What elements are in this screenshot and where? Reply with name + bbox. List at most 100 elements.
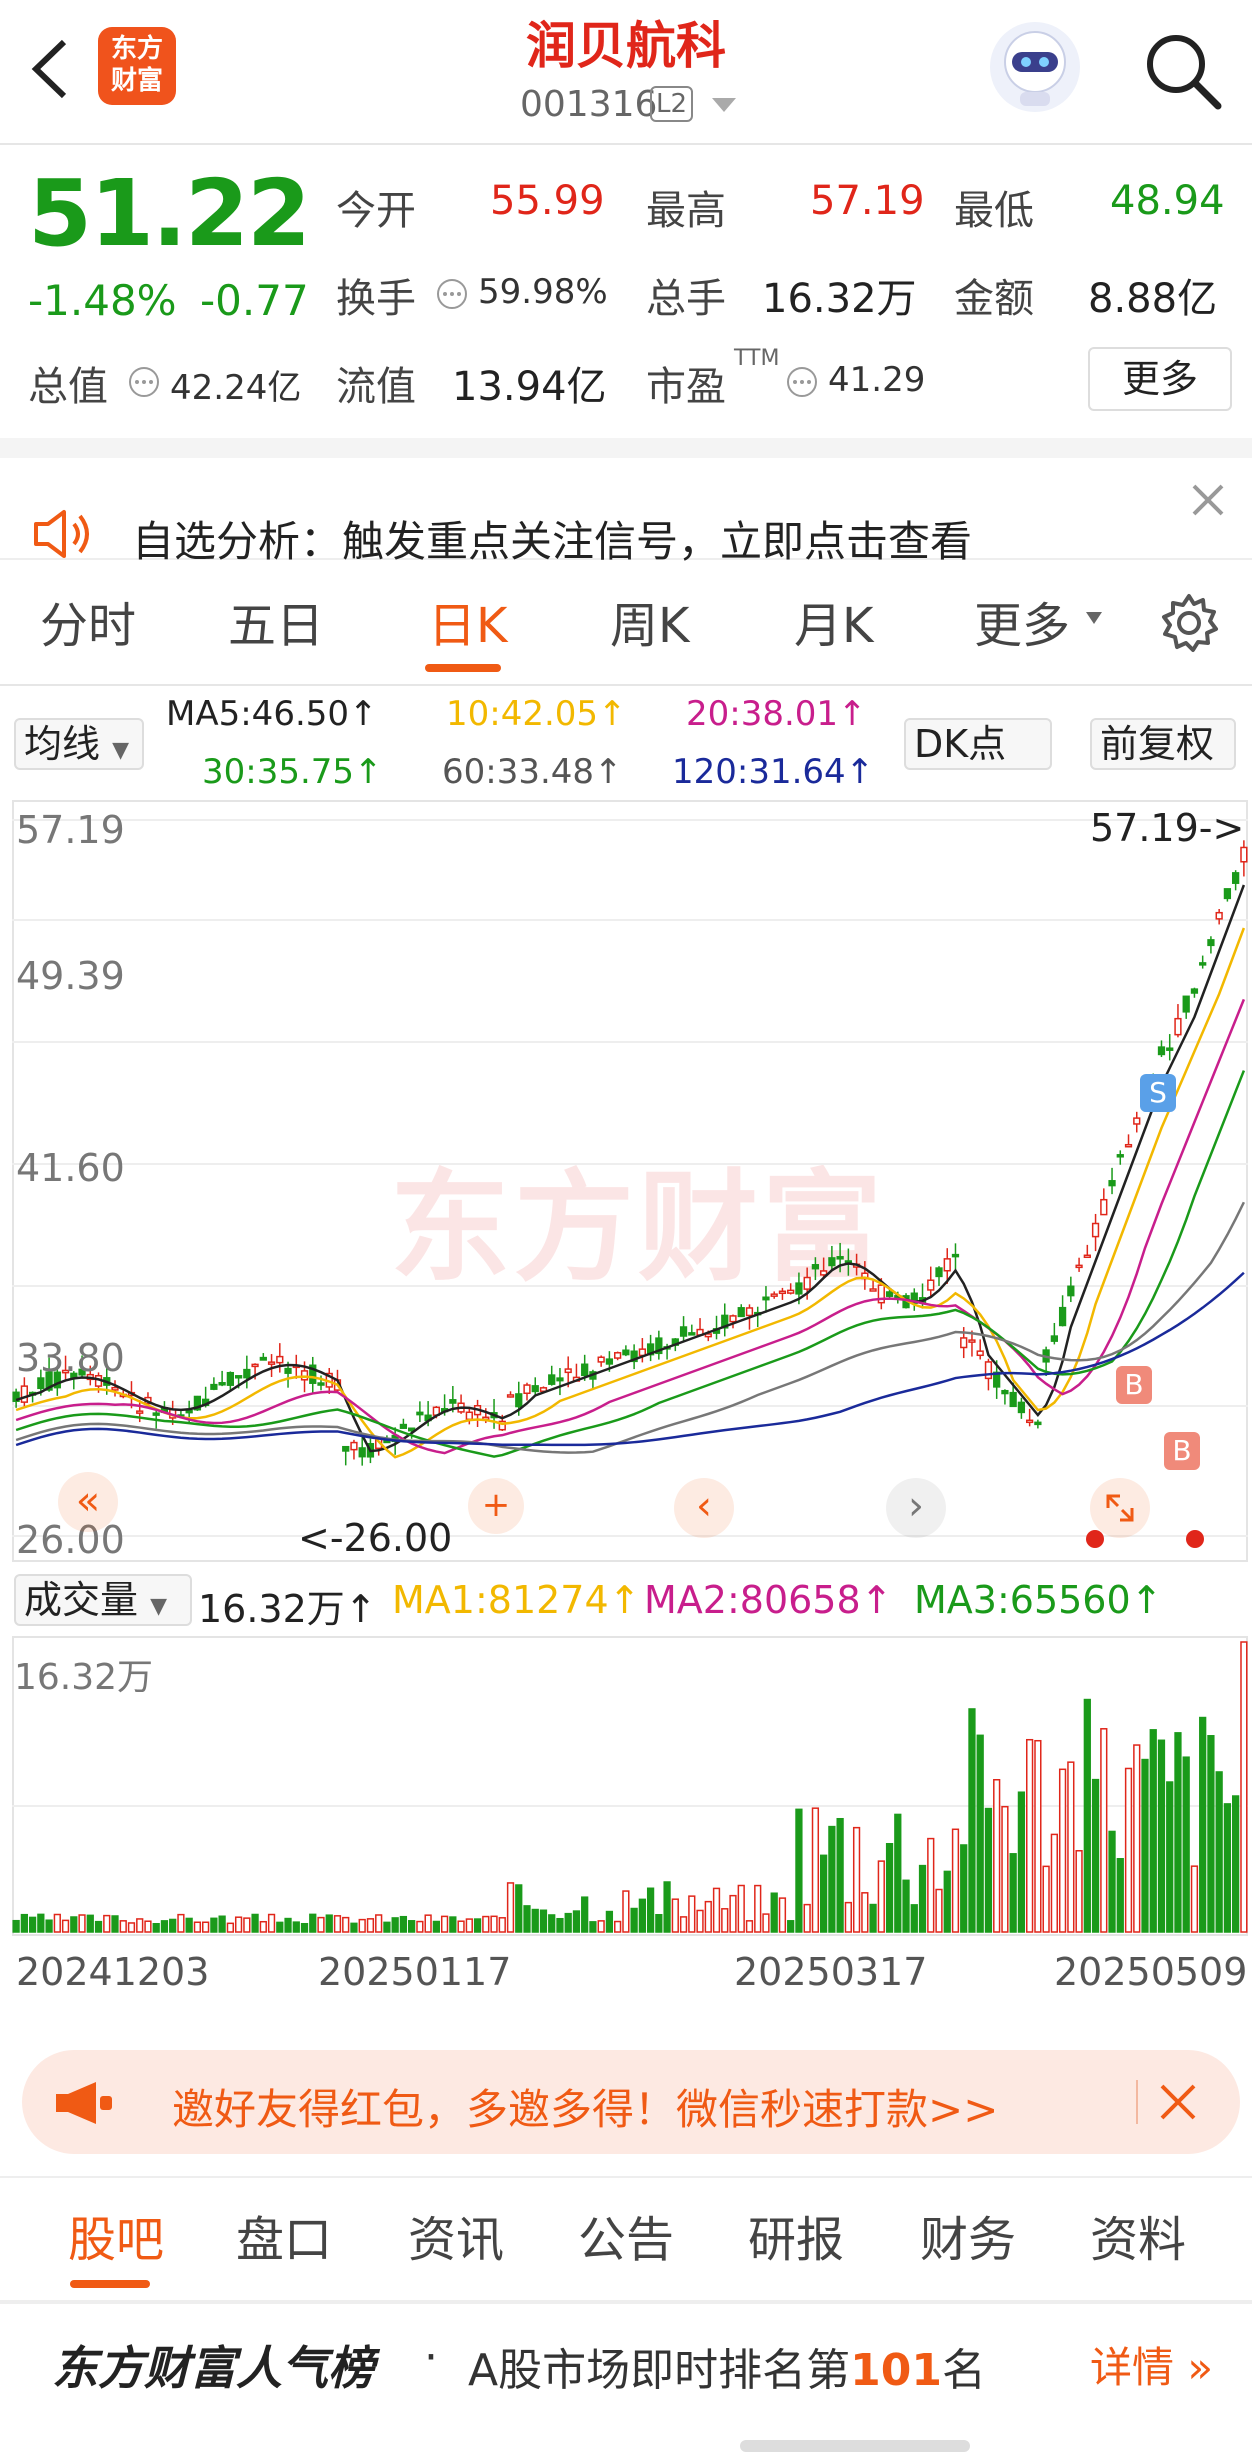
volume-bar (1042, 1865, 1050, 1933)
buy-signal[interactable]: B (1164, 1432, 1200, 1470)
volume-bar (1174, 1732, 1182, 1933)
volume-bar (515, 1884, 523, 1933)
volume-bar (1166, 1781, 1174, 1933)
candle-body (1017, 1401, 1026, 1414)
tab-guba[interactable]: 股吧 (68, 2200, 164, 2270)
candle-body (1058, 1306, 1067, 1327)
tab-more[interactable]: 更多 (974, 586, 1070, 656)
volume-bar (457, 1920, 465, 1933)
volume-bar (210, 1917, 218, 1933)
tab-daily-k[interactable]: 日K (428, 586, 507, 656)
candle-body (1116, 1154, 1124, 1158)
tab-news[interactable]: 资讯 (408, 2200, 504, 2270)
candle-body (1009, 1391, 1017, 1408)
volume-bar (449, 1916, 457, 1933)
volume-svg (12, 1641, 1248, 1933)
volume-bar (37, 1913, 45, 1933)
tab-finance[interactable]: 财务 (920, 2200, 1016, 2270)
candle-body (1174, 1017, 1182, 1036)
volume-bar (473, 1918, 482, 1933)
volume-bar (160, 1920, 169, 1933)
volume-bar (399, 1915, 408, 1933)
volume-bar (193, 1921, 202, 1933)
next-icon[interactable]: › (886, 1478, 946, 1538)
candle-body (622, 1349, 630, 1356)
stock-switch-dropdown-icon[interactable] (712, 98, 736, 112)
open-value: 55.99 (490, 178, 605, 224)
ma-selector[interactable]: 均线 ▼ (14, 718, 144, 770)
tab-five-day[interactable]: 五日 (228, 586, 324, 656)
search-icon[interactable] (1140, 28, 1224, 112)
low-marker: <-26.00 (298, 1516, 453, 1560)
ma60-value: 60:33.48↑ (442, 752, 623, 792)
volume-bar (844, 1901, 852, 1933)
volume-bar (556, 1917, 564, 1933)
volume-bar (671, 1898, 679, 1933)
tab-profile[interactable]: 资料 (1090, 2200, 1186, 2270)
candle-body (234, 1375, 243, 1379)
volume-current: 16.32万↑ (198, 1587, 377, 1631)
volume-bar (1141, 1758, 1149, 1933)
vol-ma1: MA1:81274↑ (392, 1578, 641, 1622)
rank-detail-link[interactable]: 详情 » (1090, 2334, 1213, 2395)
volume-bar (1190, 1865, 1199, 1933)
candle-body (1133, 1117, 1141, 1125)
volume-bar (1091, 1778, 1100, 1933)
candle-body (152, 1412, 160, 1416)
more-dots-icon[interactable] (436, 278, 468, 310)
high-marker: 57.19-> (1090, 806, 1245, 850)
volume-bar (432, 1920, 440, 1933)
candle-body (1223, 888, 1232, 900)
zoom-in-icon[interactable]: + (468, 1478, 524, 1534)
volume-bar (1026, 1738, 1034, 1933)
more-dots-icon[interactable] (128, 366, 160, 398)
signal-dot (1086, 1530, 1104, 1548)
assistant-robot-icon[interactable] (990, 22, 1080, 112)
invite-text[interactable]: 邀好友得红包，多邀多得！微信秒速打款>> (172, 2076, 998, 2137)
tab-announcements[interactable]: 公告 (578, 2200, 674, 2270)
candle-body (416, 1411, 424, 1416)
candle-body (828, 1257, 836, 1267)
rewind-icon[interactable]: « (58, 1472, 118, 1532)
high-value: 57.19 (810, 178, 925, 224)
rank-text[interactable]: A股市场即时排名第101名 (468, 2334, 986, 2398)
ma20-value: 20:38.01↑ (686, 694, 867, 734)
volume-bar (1149, 1729, 1157, 1933)
sell-signal[interactable]: S (1140, 1074, 1176, 1112)
change-amount: -0.77 (200, 276, 309, 325)
more-dropdown-icon[interactable] (1086, 612, 1102, 624)
volume-bar (663, 1881, 671, 1933)
candle-body (820, 1270, 828, 1276)
volume-bar (770, 1892, 778, 1933)
tab-monthly-k[interactable]: 月K (794, 586, 873, 656)
tab-intraday[interactable]: 分时 (40, 586, 136, 656)
more-quote-button[interactable]: 更多 (1088, 347, 1232, 411)
prev-icon[interactable]: ‹ (674, 1478, 734, 1538)
volume-bar (745, 1920, 754, 1933)
close-icon[interactable] (1190, 482, 1226, 518)
tab-weekly-k[interactable]: 周K (610, 586, 689, 656)
candle-body (210, 1383, 218, 1390)
volume-bar (1083, 1698, 1091, 1933)
close-icon[interactable] (1158, 2082, 1198, 2122)
adjust-button[interactable]: 前复权 (1090, 718, 1236, 770)
candle-body (1034, 1421, 1042, 1426)
drawer-handle[interactable] (740, 2440, 970, 2452)
volume-selector-label: 成交量 (24, 1578, 139, 1622)
volume-bar (531, 1908, 539, 1933)
volume-selector[interactable]: 成交量 ▼ (14, 1574, 192, 1626)
volume-bar (325, 1914, 333, 1933)
gear-icon[interactable] (1158, 592, 1220, 654)
dk-point-button[interactable]: DK点 (904, 718, 1052, 770)
notice-text[interactable]: 自选分析：触发重点关注信号，立即点击查看 (132, 508, 972, 569)
candle-body (1075, 1264, 1083, 1269)
tab-research[interactable]: 研报 (748, 2200, 844, 2270)
vol-ma2: MA2:80658↑ (644, 1578, 893, 1622)
more-dots-icon[interactable] (786, 366, 818, 398)
candle-body (449, 1399, 457, 1404)
buy-signal[interactable]: B (1116, 1366, 1152, 1404)
fullscreen-icon[interactable] (1090, 1478, 1150, 1538)
tab-pankou[interactable]: 盘口 (236, 2200, 332, 2270)
volume-bar (894, 1813, 902, 1933)
chevron-down-icon: ▼ (150, 1594, 168, 1619)
